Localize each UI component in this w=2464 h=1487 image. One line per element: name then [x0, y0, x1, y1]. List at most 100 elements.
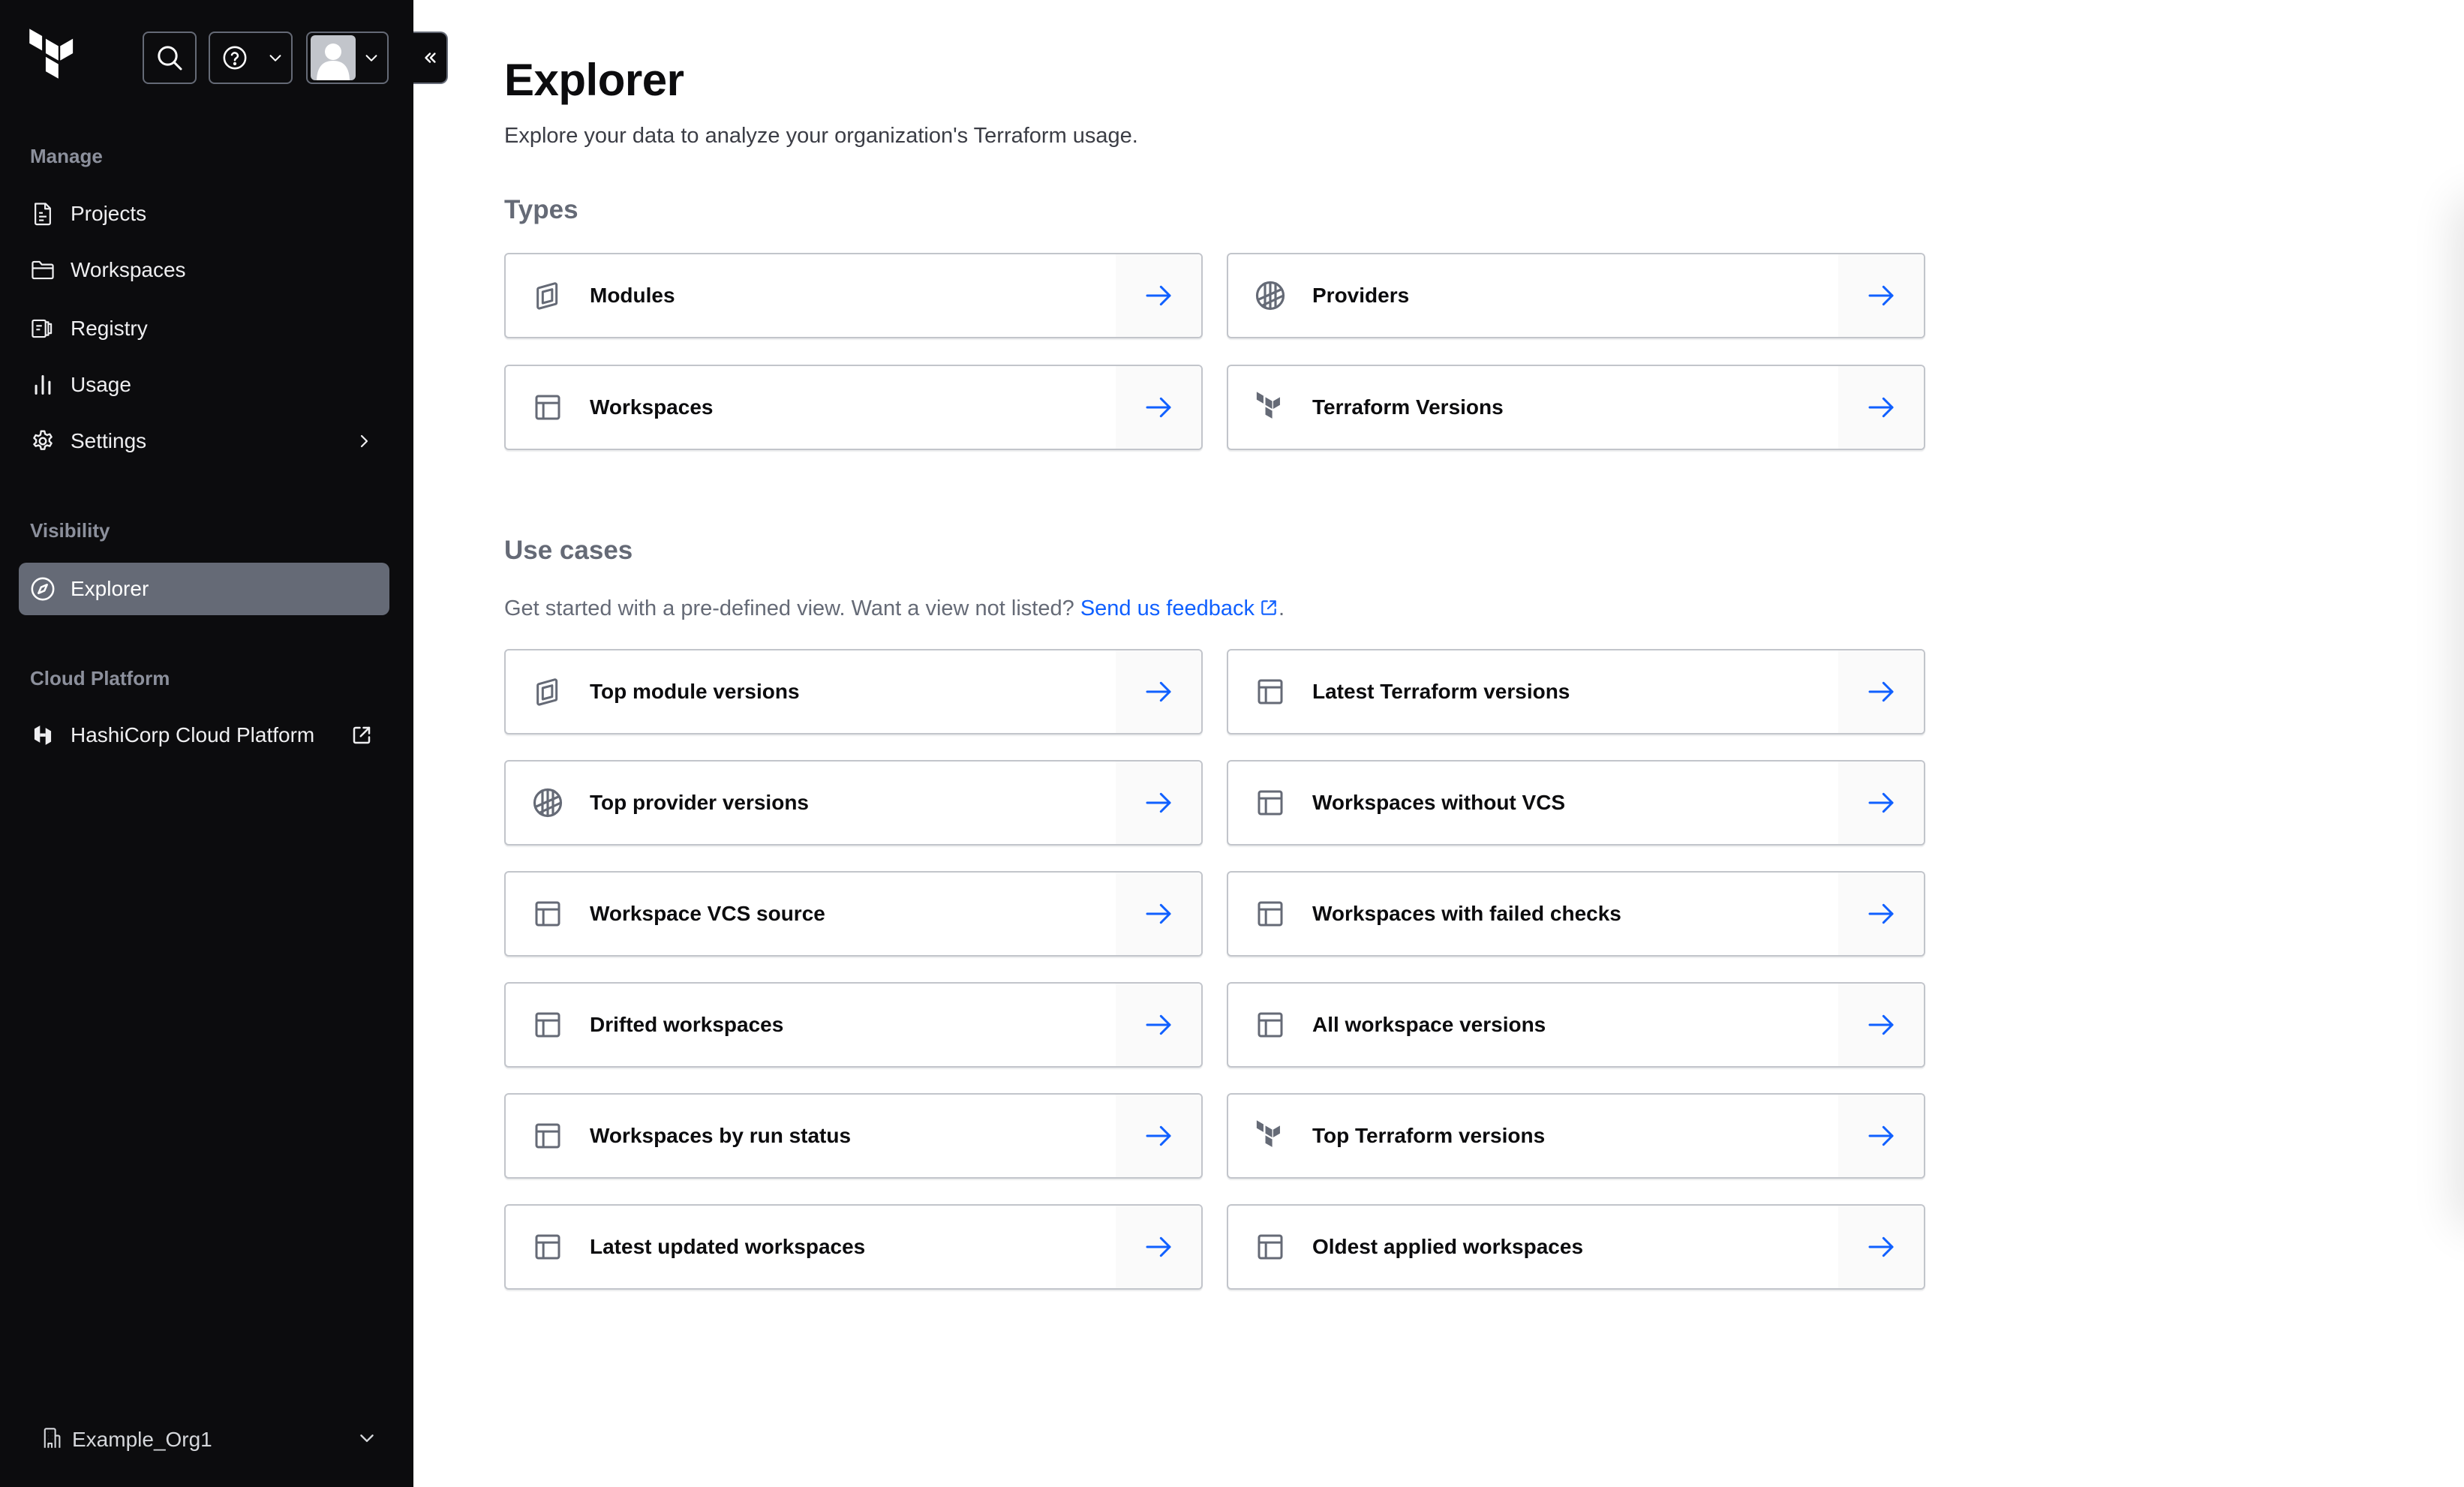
arrow-right-icon[interactable] [1116, 873, 1201, 955]
sidebar-item-settings[interactable]: Settings [19, 415, 389, 467]
building-icon [42, 1427, 62, 1453]
external-link-icon [1259, 598, 1279, 623]
workspace-icon [1228, 873, 1312, 955]
collapse-sidebar-button[interactable] [413, 32, 448, 84]
sidebar-item-workspaces[interactable]: Workspaces [19, 244, 389, 296]
user-icon [317, 44, 350, 80]
arrow-right-icon[interactable] [1838, 650, 1924, 733]
arrow-right-icon[interactable] [1116, 762, 1201, 844]
chevron-down-icon [357, 1428, 377, 1452]
card-workspaces-by-run-status[interactable]: Workspaces by run status [504, 1093, 1203, 1179]
chevron-down-icon [269, 55, 281, 62]
card-label: Drifted workspaces [590, 1013, 784, 1036]
card-latest-terraform-versions[interactable]: Latest Terraform versions [1227, 649, 1925, 734]
send-feedback-link[interactable]: Send us feedback [1080, 596, 1279, 620]
compass-icon [30, 576, 56, 602]
types-grid: Modules Providers Workspaces Terraform Vers… [504, 253, 1925, 450]
arrow-right-icon[interactable] [1838, 366, 1924, 449]
workspace-icon [506, 984, 590, 1066]
send-feedback-link-label: Send us feedback [1080, 596, 1255, 620]
card-label: Top module versions [590, 680, 800, 703]
sidebar-item-usage[interactable]: Usage [19, 359, 389, 411]
card-workspaces-with-failed-checks[interactable]: Workspaces with failed checks [1227, 871, 1925, 957]
card-all-workspace-versions[interactable]: All workspace versions [1227, 982, 1925, 1068]
sidebar-item-label: HashiCorp Cloud Platform [71, 723, 315, 747]
arrow-right-icon[interactable] [1116, 1206, 1201, 1288]
card-label: Modules [590, 284, 675, 307]
workspace-icon [1228, 1206, 1312, 1288]
use-cases-description-suffix: . [1278, 596, 1285, 620]
card-label: All workspace versions [1312, 1013, 1546, 1036]
workspace-icon [1228, 984, 1312, 1066]
page-title: Explorer [504, 55, 684, 105]
chevrons-left-icon [425, 53, 436, 63]
arrow-right-icon[interactable] [1838, 762, 1924, 844]
sidebar: Manage Projects Workspaces Registry Usag… [0, 0, 413, 1487]
sidebar-item-label: Settings [71, 429, 147, 452]
workspace-icon [1228, 650, 1312, 733]
arrow-right-icon[interactable] [1838, 1095, 1924, 1177]
page-description: Explore your data to analyze your organi… [504, 124, 1138, 148]
sidebar-item-label: Registry [71, 317, 148, 340]
card-label: Top provider versions [590, 791, 809, 814]
sidebar-item-explorer[interactable]: Explorer [19, 563, 389, 615]
card-terraform-versions[interactable]: Terraform Versions [1227, 365, 1925, 450]
sidebar-item-label: Workspaces [71, 258, 186, 281]
arrow-right-icon[interactable] [1116, 1095, 1201, 1177]
sidebar-item-label: Usage [71, 373, 131, 396]
card-label: Top Terraform versions [1312, 1124, 1546, 1147]
gear-icon [30, 428, 56, 454]
card-label: Oldest applied workspaces [1312, 1235, 1584, 1258]
registry-icon [30, 316, 56, 341]
arrow-right-icon[interactable] [1838, 1206, 1924, 1288]
arrow-right-icon[interactable] [1116, 650, 1201, 733]
terraform-icon [1228, 366, 1312, 449]
card-top-provider-versions[interactable]: Top provider versions [504, 760, 1203, 846]
arrow-right-icon[interactable] [1116, 254, 1201, 337]
card-label: Workspaces without VCS [1312, 791, 1566, 814]
user-menu-button[interactable] [306, 32, 389, 84]
arrow-right-icon[interactable] [1838, 254, 1924, 337]
chevron-right-icon [355, 432, 373, 450]
card-label: Workspace VCS source [590, 902, 825, 925]
terraform-logo-icon[interactable] [26, 27, 84, 89]
help-menu-button[interactable] [209, 32, 293, 84]
arrow-right-icon[interactable] [1116, 984, 1201, 1066]
arrow-right-icon[interactable] [1838, 984, 1924, 1066]
card-modules[interactable]: Modules [504, 253, 1203, 338]
sidebar-item-registry[interactable]: Registry [19, 302, 389, 355]
card-oldest-applied-workspaces[interactable]: Oldest applied workspaces [1227, 1204, 1925, 1290]
card-label: Latest Terraform versions [1312, 680, 1570, 703]
card-workspace-vcs-source[interactable]: Workspace VCS source [504, 871, 1203, 957]
search-button[interactable] [143, 32, 197, 84]
use-cases-description: Get started with a pre-defined view. Wan… [504, 596, 1285, 623]
file-text-icon [30, 201, 56, 227]
card-drifted-workspaces[interactable]: Drifted workspaces [504, 982, 1203, 1068]
sidebar-item-hashicorp-cloud-platform[interactable]: HashiCorp Cloud Platform [19, 709, 389, 762]
external-link-icon [350, 724, 373, 747]
sidebar-item-label: Explorer [71, 577, 149, 600]
folder-icon [30, 257, 56, 283]
org-name: Example_Org1 [72, 1428, 212, 1451]
module-icon [506, 254, 590, 337]
card-latest-updated-workspaces[interactable]: Latest updated workspaces [504, 1204, 1203, 1290]
section-label-cloud-platform: Cloud Platform [30, 667, 170, 689]
section-label-visibility: Visibility [30, 519, 110, 542]
module-icon [506, 650, 590, 733]
card-workspaces-without-vcs[interactable]: Workspaces without VCS [1227, 760, 1925, 846]
card-top-terraform-versions[interactable]: Top Terraform versions [1227, 1093, 1925, 1179]
arrow-right-icon[interactable] [1116, 366, 1201, 449]
card-workspaces[interactable]: Workspaces [504, 365, 1203, 450]
use-cases-description-text: Get started with a pre-defined view. Wan… [504, 596, 1074, 620]
workspace-icon [506, 1095, 590, 1177]
arrow-right-icon[interactable] [1838, 873, 1924, 955]
section-label-manage: Manage [30, 145, 103, 167]
sidebar-item-projects[interactable]: Projects [19, 188, 389, 240]
search-icon [158, 46, 182, 71]
card-top-module-versions[interactable]: Top module versions [504, 649, 1203, 734]
card-label: Terraform Versions [1312, 395, 1504, 419]
card-providers[interactable]: Providers [1227, 253, 1925, 338]
provider-icon [506, 762, 590, 844]
sidebar-item-label: Projects [71, 202, 147, 225]
org-switcher[interactable]: Example_Org1 [30, 1413, 383, 1466]
